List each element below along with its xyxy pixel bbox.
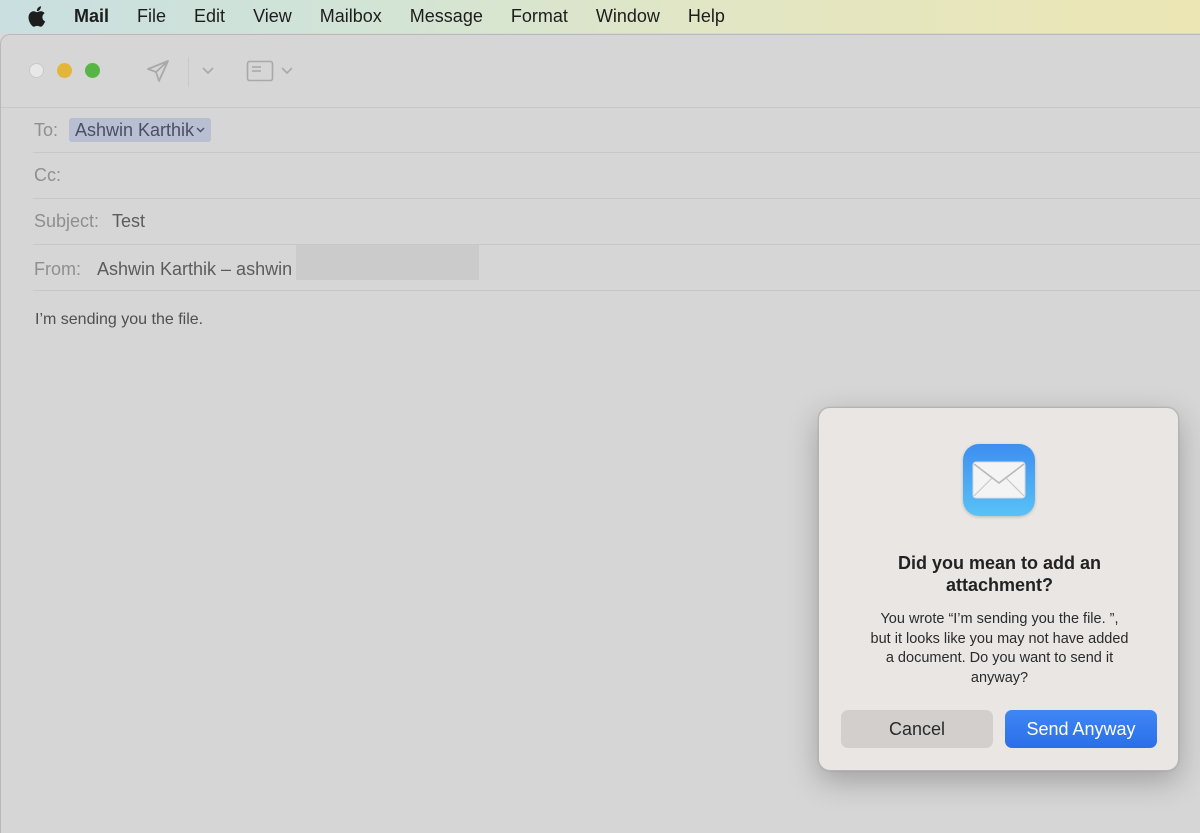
dialog-message-line: You wrote “I’m sending you the file. ”, [880,611,1119,627]
menu-mailbox[interactable]: Mailbox [320,0,382,33]
apple-logo-icon[interactable] [26,5,48,29]
dialog-message-line: but it looks like you may not have added [870,630,1129,647]
send-anyway-button[interactable]: Send Anyway [1005,710,1157,748]
dialog-message: You wrote “I’m sending you the file. ”, … [843,610,1156,688]
dialog-title-line: Did you mean to add an [897,553,1102,573]
message-body[interactable]: I’m sending you the file. [35,311,203,329]
dialog-title-line: attachment? [945,575,1053,595]
menu-mail[interactable]: Mail [74,0,109,33]
subject-field[interactable]: Test [112,211,145,232]
menu-message[interactable]: Message [410,0,483,33]
redacted-email-block [296,245,479,280]
maximize-window-button[interactable] [85,63,100,78]
menu-view[interactable]: View [253,0,292,33]
chevron-down-icon[interactable] [199,63,217,79]
from-account-select[interactable]: Ashwin Karthik – ashwin [97,259,292,280]
toolbar-divider [188,57,189,87]
header-fields-icon[interactable] [245,59,275,83]
to-recipient-token[interactable]: Ashwin Karthik [69,118,212,142]
divider [33,244,1200,245]
to-label: To: [34,120,59,140]
dialog-message-line: a document. Do you want to send it [885,650,1114,666]
divider [33,290,1200,291]
menu-edit[interactable]: Edit [194,0,225,33]
recipient-name: Ashwin Karthik [75,119,195,140]
menu-bar: Mail File Edit View Mailbox Message Form… [0,0,1200,33]
menu-help[interactable]: Help [688,0,725,33]
send-icon[interactable] [143,57,173,85]
toolbar [1,35,1200,107]
chevron-down-icon[interactable] [279,63,295,79]
chevron-down-icon [196,127,205,133]
dialog-message-line: anyway? [970,669,1029,686]
from-label: From: [34,259,81,279]
divider [1,107,1200,108]
close-window-button[interactable] [29,63,44,78]
menu-window[interactable]: Window [596,0,660,33]
dialog-title: Did you mean to add an attachment? [839,552,1160,596]
subject-label: Subject: [34,211,100,231]
minimize-window-button[interactable] [57,63,72,78]
divider [33,152,1200,153]
cc-field[interactable] [71,159,1171,193]
mail-envelope-icon [963,444,1035,516]
cc-label: Cc: [34,165,61,185]
attachment-alert-dialog: Did you mean to add an attachment? You w… [818,407,1179,771]
divider [33,198,1200,199]
menu-file[interactable]: File [137,0,166,33]
cancel-button[interactable]: Cancel [841,710,993,748]
menu-format[interactable]: Format [511,0,568,33]
